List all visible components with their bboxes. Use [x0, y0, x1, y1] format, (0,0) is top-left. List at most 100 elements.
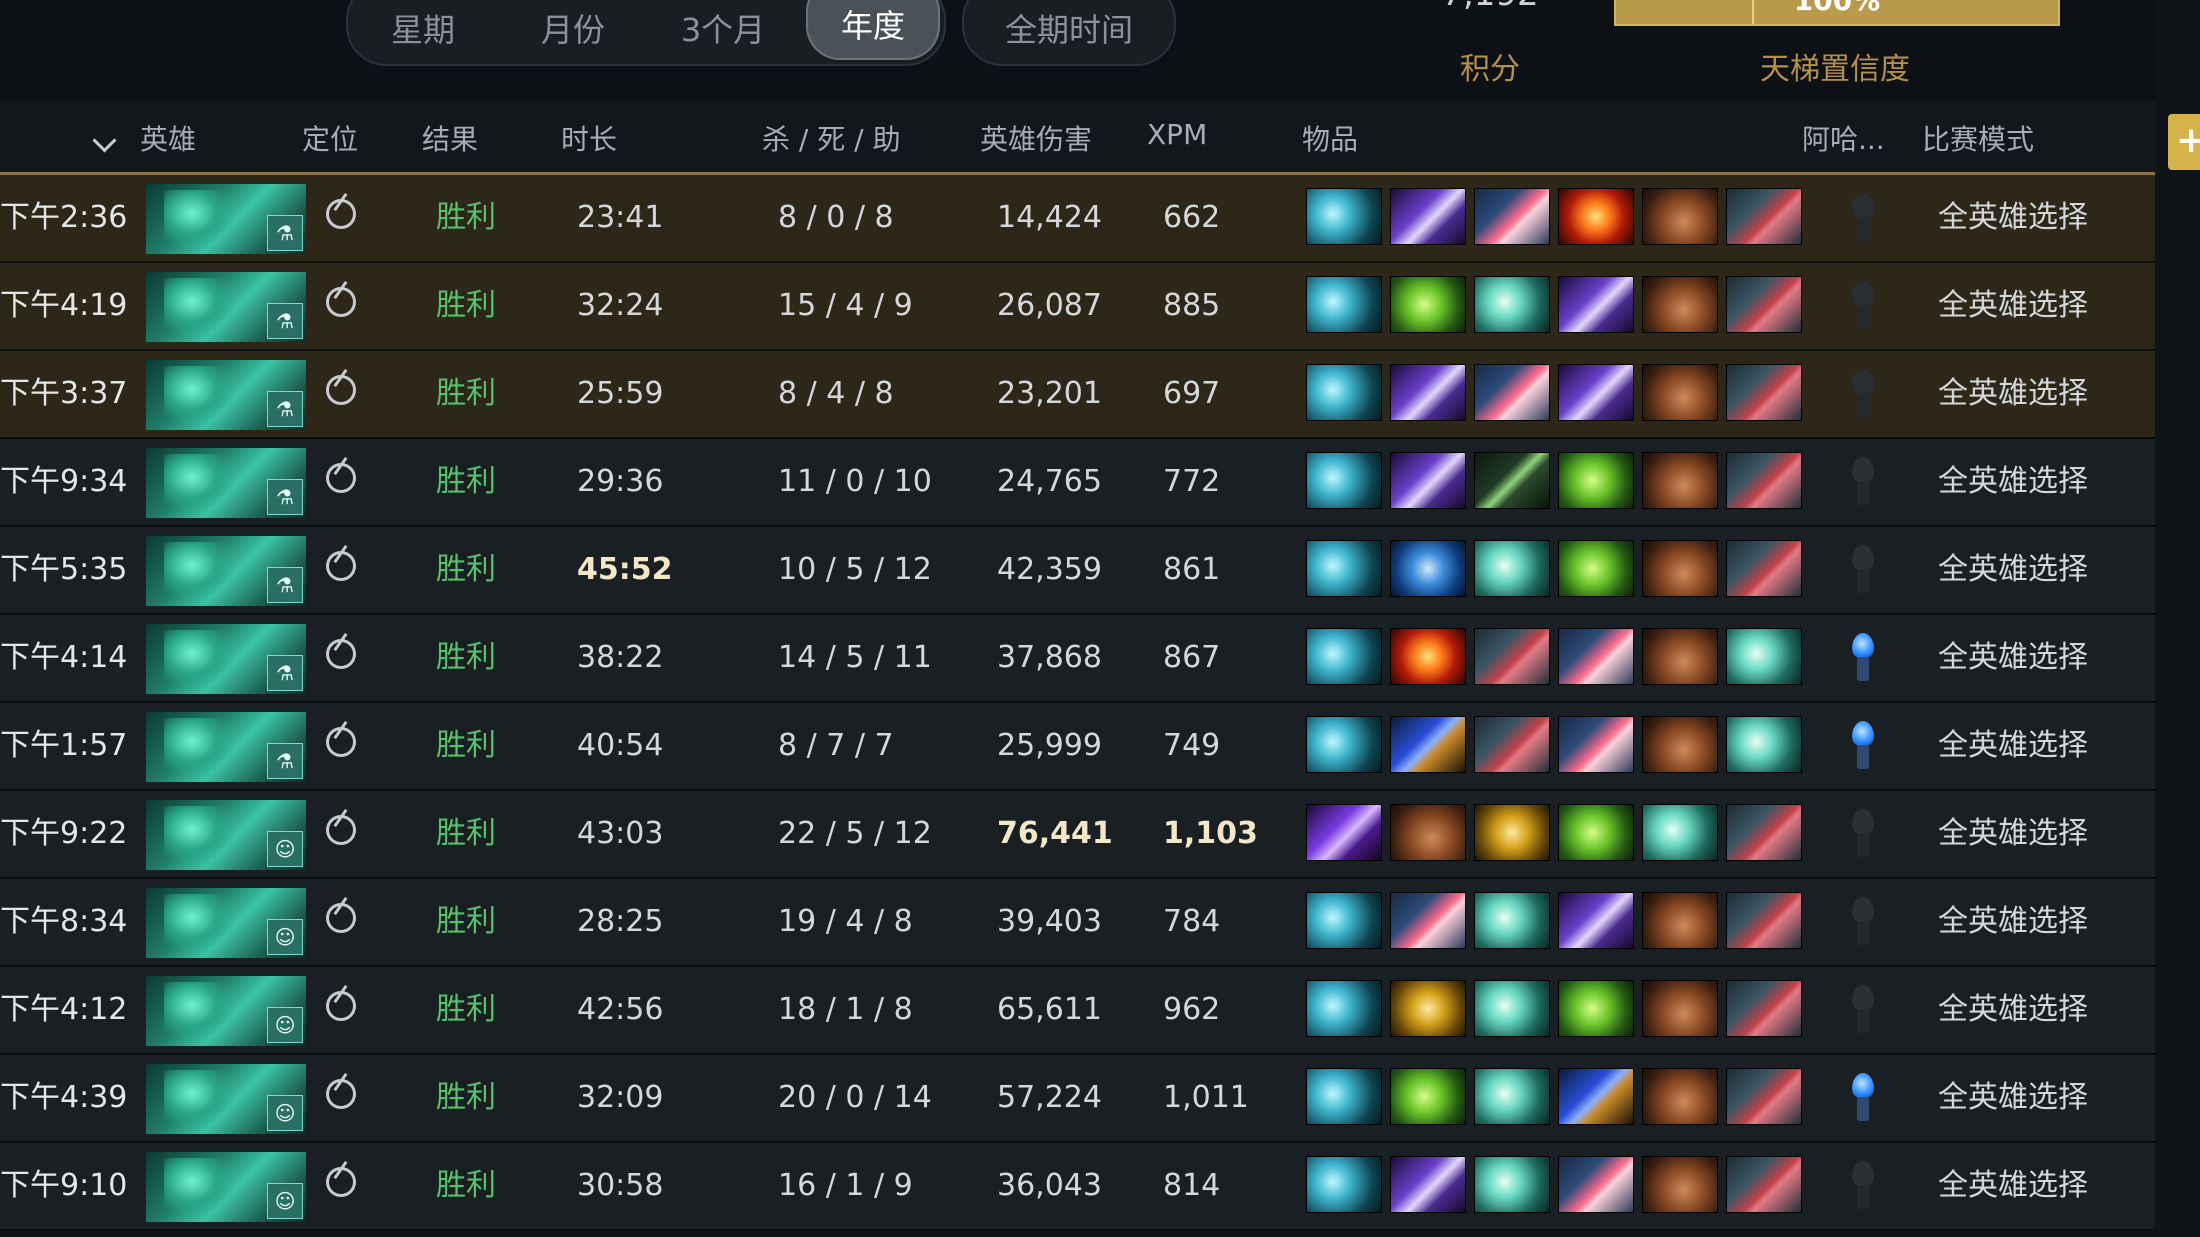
red-item-icon[interactable] [1726, 364, 1802, 421]
hero-portrait[interactable]: ⚗ [146, 272, 306, 342]
violet-item-icon[interactable] [1558, 892, 1634, 949]
violet-item-icon[interactable] [1558, 276, 1634, 333]
cyan-item-icon[interactable] [1306, 452, 1382, 509]
pink-item-icon[interactable] [1558, 716, 1634, 773]
red-item-icon[interactable] [1726, 980, 1802, 1037]
hero-portrait[interactable]: ☺ [146, 1064, 306, 1134]
boots-item-icon[interactable] [1642, 1068, 1718, 1125]
red-item-icon[interactable] [1726, 804, 1802, 861]
table-row[interactable]: 下午9:34 ⚗ 胜利 29:36 11 / 0 / 10 24,765 772 全英雄选择 [0, 439, 2155, 527]
pink-item-icon[interactable] [1558, 1156, 1634, 1213]
violet-item-icon[interactable] [1558, 364, 1634, 421]
red-item-icon[interactable] [1474, 628, 1550, 685]
teal-item-icon[interactable] [1474, 540, 1550, 597]
green-item-icon[interactable] [1558, 540, 1634, 597]
table-row[interactable]: 下午9:10 ☺ 胜利 30:58 16 / 1 / 9 36,043 814 全英雄选择 [0, 1143, 2155, 1231]
col-role[interactable]: 定位 [302, 118, 358, 158]
blue-item-icon[interactable] [1390, 540, 1466, 597]
pink-item-icon[interactable] [1474, 188, 1550, 245]
wand-item-icon[interactable] [1474, 452, 1550, 509]
table-row[interactable]: 下午4:19 ⚗ 胜利 32:24 15 / 4 / 9 26,087 885 全英雄选择 [0, 263, 2155, 351]
pink-item-icon[interactable] [1474, 364, 1550, 421]
table-row[interactable]: 下午8:34 ☺ 胜利 28:25 19 / 4 / 8 39,403 784 全英雄选择 [0, 879, 2155, 967]
filter-week-button[interactable]: 星期 [348, 0, 498, 64]
cyan-item-icon[interactable] [1306, 188, 1382, 245]
teal-item-icon[interactable] [1474, 980, 1550, 1037]
teal-item-icon[interactable] [1642, 804, 1718, 861]
hero-portrait[interactable]: ☺ [146, 1152, 306, 1222]
table-row[interactable]: 下午1:57 ⚗ 胜利 40:54 8 / 7 / 7 25,999 749 全英雄选择 [0, 703, 2155, 791]
table-row[interactable]: 下午5:35 ⚗ 胜利 45:52 10 / 5 / 12 42,359 861 全英雄选择 [0, 527, 2155, 615]
hero-portrait[interactable]: ⚗ [146, 712, 306, 782]
red-item-icon[interactable] [1726, 892, 1802, 949]
green-item-icon[interactable] [1390, 1068, 1466, 1125]
red-item-icon[interactable] [1726, 540, 1802, 597]
sceptre-item-icon[interactable] [1390, 716, 1466, 773]
col-hero[interactable]: 英雄 [140, 118, 196, 158]
col-kda[interactable]: 杀 / 死 / 助 [762, 118, 900, 158]
boots-item-icon[interactable] [1642, 716, 1718, 773]
cyan-item-icon[interactable] [1306, 716, 1382, 773]
filter-all-time-button[interactable]: 全期时间 [962, 0, 1176, 66]
table-row[interactable]: 下午4:12 ☺ 胜利 42:56 18 / 1 / 8 65,611 962 全英雄选择 [0, 967, 2155, 1055]
red-item-icon[interactable] [1726, 1156, 1802, 1213]
pink-item-icon[interactable] [1558, 628, 1634, 685]
violet-item-icon[interactable] [1390, 452, 1466, 509]
cyan-item-icon[interactable] [1306, 1156, 1382, 1213]
col-damage[interactable]: 英雄伤害 [980, 118, 1092, 158]
red-item-icon[interactable] [1726, 1068, 1802, 1125]
boots-item-icon[interactable] [1642, 628, 1718, 685]
gold-item-icon[interactable] [1390, 980, 1466, 1037]
green-item-icon[interactable] [1558, 452, 1634, 509]
red-item-icon[interactable] [1726, 276, 1802, 333]
violet-item-icon[interactable] [1390, 188, 1466, 245]
pink-item-icon[interactable] [1390, 892, 1466, 949]
cyan-item-icon[interactable] [1306, 1068, 1382, 1125]
hero-portrait[interactable]: ⚗ [146, 624, 306, 694]
hero-portrait[interactable]: ☺ [146, 888, 306, 958]
filter-year-button[interactable]: 年度 [806, 0, 940, 60]
boots-item-icon[interactable] [1642, 452, 1718, 509]
boots-item-icon[interactable] [1642, 1156, 1718, 1213]
green-item-icon[interactable] [1390, 276, 1466, 333]
table-row[interactable]: 下午9:22 ☺ 胜利 43:03 22 / 5 / 12 76,441 1,103 全英雄选… [0, 791, 2155, 879]
boots-item-icon[interactable] [1642, 188, 1718, 245]
violet-item-icon[interactable] [1390, 364, 1466, 421]
teal-item-icon[interactable] [1474, 892, 1550, 949]
hero-portrait[interactable]: ⚗ [146, 536, 306, 606]
hero-portrait[interactable]: ☺ [146, 976, 306, 1046]
purple-item-icon[interactable] [1306, 804, 1382, 861]
chevron-down-icon[interactable] [92, 128, 117, 153]
boots-item-icon[interactable] [1642, 980, 1718, 1037]
fire-item-icon[interactable] [1390, 628, 1466, 685]
boots-item-icon[interactable] [1642, 364, 1718, 421]
gold-item-icon[interactable] [1474, 804, 1550, 861]
cyan-item-icon[interactable] [1306, 540, 1382, 597]
teal-item-icon[interactable] [1474, 1068, 1550, 1125]
col-aghs[interactable]: 阿哈... [1802, 118, 1885, 158]
red-item-icon[interactable] [1726, 452, 1802, 509]
cyan-item-icon[interactable] [1306, 980, 1382, 1037]
table-row[interactable]: 下午4:39 ☺ 胜利 32:09 20 / 0 / 14 57,224 1,011 全英雄选… [0, 1055, 2155, 1143]
boots-item-icon[interactable] [1642, 276, 1718, 333]
green-item-icon[interactable] [1558, 804, 1634, 861]
hero-portrait[interactable]: ⚗ [146, 360, 306, 430]
cyan-item-icon[interactable] [1306, 276, 1382, 333]
hero-portrait[interactable]: ⚗ [146, 448, 306, 518]
filter-month-button[interactable]: 月份 [498, 0, 648, 64]
teal-item-icon[interactable] [1474, 1156, 1550, 1213]
col-duration[interactable]: 时长 [561, 118, 617, 158]
green-item-icon[interactable] [1558, 980, 1634, 1037]
col-result[interactable]: 结果 [422, 118, 478, 158]
red-item-icon[interactable] [1474, 716, 1550, 773]
table-row[interactable]: 下午2:36 ⚗ 胜利 23:41 8 / 0 / 8 14,424 662 全英雄选择 [0, 175, 2155, 263]
fire-item-icon[interactable] [1558, 188, 1634, 245]
col-xpm[interactable]: XPM [1147, 118, 1207, 151]
boots-item-icon[interactable] [1390, 804, 1466, 861]
hero-portrait[interactable]: ☺ [146, 800, 306, 870]
boots-item-icon[interactable] [1642, 540, 1718, 597]
teal-item-icon[interactable] [1726, 716, 1802, 773]
violet-item-icon[interactable] [1390, 1156, 1466, 1213]
boots-item-icon[interactable] [1642, 892, 1718, 949]
red-item-icon[interactable] [1726, 188, 1802, 245]
